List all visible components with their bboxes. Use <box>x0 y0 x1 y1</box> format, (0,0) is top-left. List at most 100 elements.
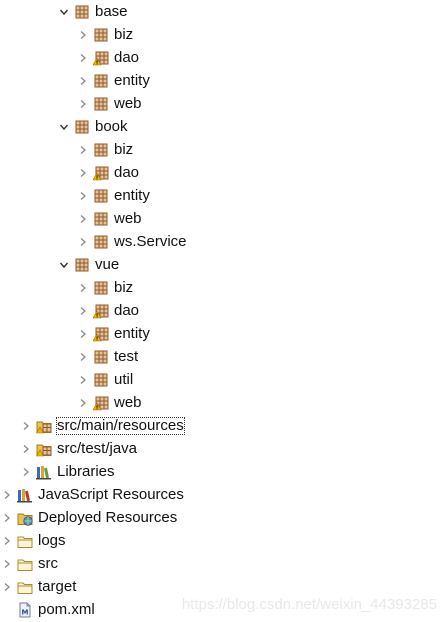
tree-item[interactable]: Deployed Resources <box>0 506 178 529</box>
chevron-right-icon[interactable] <box>0 483 14 506</box>
package-warning-icon <box>92 165 109 181</box>
tree-item[interactable]: dao <box>76 299 140 322</box>
tree-item[interactable]: dao <box>76 161 140 184</box>
package-warning-icon <box>92 326 109 342</box>
chevron-right-icon[interactable] <box>76 230 90 253</box>
tree-item[interactable]: book <box>57 115 129 138</box>
tree-item-label: dao <box>114 163 140 181</box>
tree-item-label: pom.xml <box>38 600 95 618</box>
tree-item-label: test <box>114 347 139 365</box>
maven-file-icon: M <box>17 602 33 618</box>
chevron-down-icon[interactable] <box>57 253 71 276</box>
tree-item-label: dao <box>114 48 140 66</box>
tree-item[interactable]: test <box>76 345 139 368</box>
tree-item-label: ws.Service <box>114 232 187 250</box>
tree-item-label: biz <box>114 140 134 158</box>
source-folder-icon <box>35 418 52 434</box>
chevron-right-icon[interactable] <box>76 368 90 391</box>
folder-icon <box>17 579 33 595</box>
tree-item[interactable]: src <box>0 552 59 575</box>
tree-item-label: vue <box>95 255 120 273</box>
tree-item[interactable]: web <box>76 391 143 414</box>
chevron-right-icon[interactable] <box>76 276 90 299</box>
package-icon <box>93 96 109 112</box>
tree-item[interactable]: biz <box>76 138 134 161</box>
chevron-right-icon[interactable] <box>76 299 90 322</box>
tree-item-label: target <box>38 577 77 595</box>
package-icon <box>93 280 109 296</box>
chevron-down-icon[interactable] <box>57 115 71 138</box>
package-icon <box>74 119 90 135</box>
chevron-right-icon[interactable] <box>0 575 14 598</box>
watermark: https://blog.csdn.net/weixin_44393285 <box>181 596 437 613</box>
chevron-down-icon[interactable] <box>57 0 71 23</box>
tree-item[interactable]: src/test/java <box>19 437 138 460</box>
package-icon <box>74 257 90 273</box>
tree-item[interactable]: web <box>76 207 143 230</box>
package-icon <box>93 27 109 43</box>
folder-icon <box>17 556 33 572</box>
tree-item-label: Libraries <box>57 462 115 480</box>
tree-item[interactable]: src/main/resources <box>19 414 185 437</box>
chevron-right-icon[interactable] <box>0 552 14 575</box>
tree-item[interactable]: vue <box>57 253 120 276</box>
tree-item[interactable]: biz <box>76 276 134 299</box>
chevron-right-icon[interactable] <box>76 69 90 92</box>
tree-item-label: JavaScript Resources <box>38 485 184 503</box>
tree-item[interactable]: logs <box>0 529 67 552</box>
tree-item[interactable]: base <box>57 0 129 23</box>
chevron-right-icon[interactable] <box>76 46 90 69</box>
tree-item[interactable]: entity <box>76 184 151 207</box>
tree-item[interactable]: ws.Service <box>76 230 188 253</box>
package-warning-icon <box>92 303 109 319</box>
svg-text:M: M <box>22 608 29 616</box>
tree-item-label: web <box>114 393 142 411</box>
chevron-right-icon[interactable] <box>76 184 90 207</box>
source-folder-icon <box>35 441 52 457</box>
javascript-resources-icon <box>17 487 33 503</box>
tree-item-label: logs <box>38 531 66 549</box>
tree-item[interactable]: dao <box>76 46 140 69</box>
tree-item[interactable]: Libraries <box>19 460 116 483</box>
package-icon <box>93 372 109 388</box>
tree-item-label: dao <box>114 301 140 319</box>
package-icon <box>93 142 109 158</box>
chevron-right-icon[interactable] <box>76 138 90 161</box>
tree-item-label: entity <box>114 324 150 342</box>
tree-item-label: Deployed Resources <box>38 508 178 526</box>
tree-item[interactable]: biz <box>76 23 134 46</box>
chevron-right-icon[interactable] <box>76 92 90 115</box>
chevron-right-icon[interactable] <box>76 345 90 368</box>
tree-item-label: entity <box>114 186 150 204</box>
tree-item[interactable]: Mpom.xml <box>0 598 96 621</box>
tree-item-label: src/test/java <box>57 439 138 457</box>
chevron-right-icon[interactable] <box>19 414 33 437</box>
package-icon <box>93 211 109 227</box>
tree-item[interactable]: entity <box>76 69 151 92</box>
folder-icon <box>17 533 33 549</box>
tree-item-label: biz <box>114 25 134 43</box>
chevron-right-icon[interactable] <box>0 529 14 552</box>
chevron-right-icon[interactable] <box>76 23 90 46</box>
chevron-right-icon[interactable] <box>76 161 90 184</box>
chevron-right-icon[interactable] <box>76 207 90 230</box>
tree-item-label: book <box>95 117 128 135</box>
tree-item-label: base <box>95 2 128 20</box>
tree-item-label: biz <box>114 278 134 296</box>
tree-item[interactable]: util <box>76 368 134 391</box>
chevron-right-icon[interactable] <box>76 391 90 414</box>
tree-item[interactable]: entity <box>76 322 151 345</box>
tree-item[interactable]: JavaScript Resources <box>0 483 185 506</box>
tree-item[interactable]: target <box>0 575 77 598</box>
chevron-right-icon[interactable] <box>76 322 90 345</box>
package-warning-icon <box>92 50 109 66</box>
chevron-right-icon[interactable] <box>19 460 33 483</box>
chevron-right-icon[interactable] <box>19 437 33 460</box>
package-icon <box>74 4 90 20</box>
tree-item[interactable]: web <box>76 92 143 115</box>
chevron-right-icon[interactable] <box>0 506 14 529</box>
package-icon <box>93 73 109 89</box>
tree-item-label: util <box>114 370 134 388</box>
project-explorer-tree: base biz dao entity web book biz dao entity web ws… <box>0 0 445 621</box>
